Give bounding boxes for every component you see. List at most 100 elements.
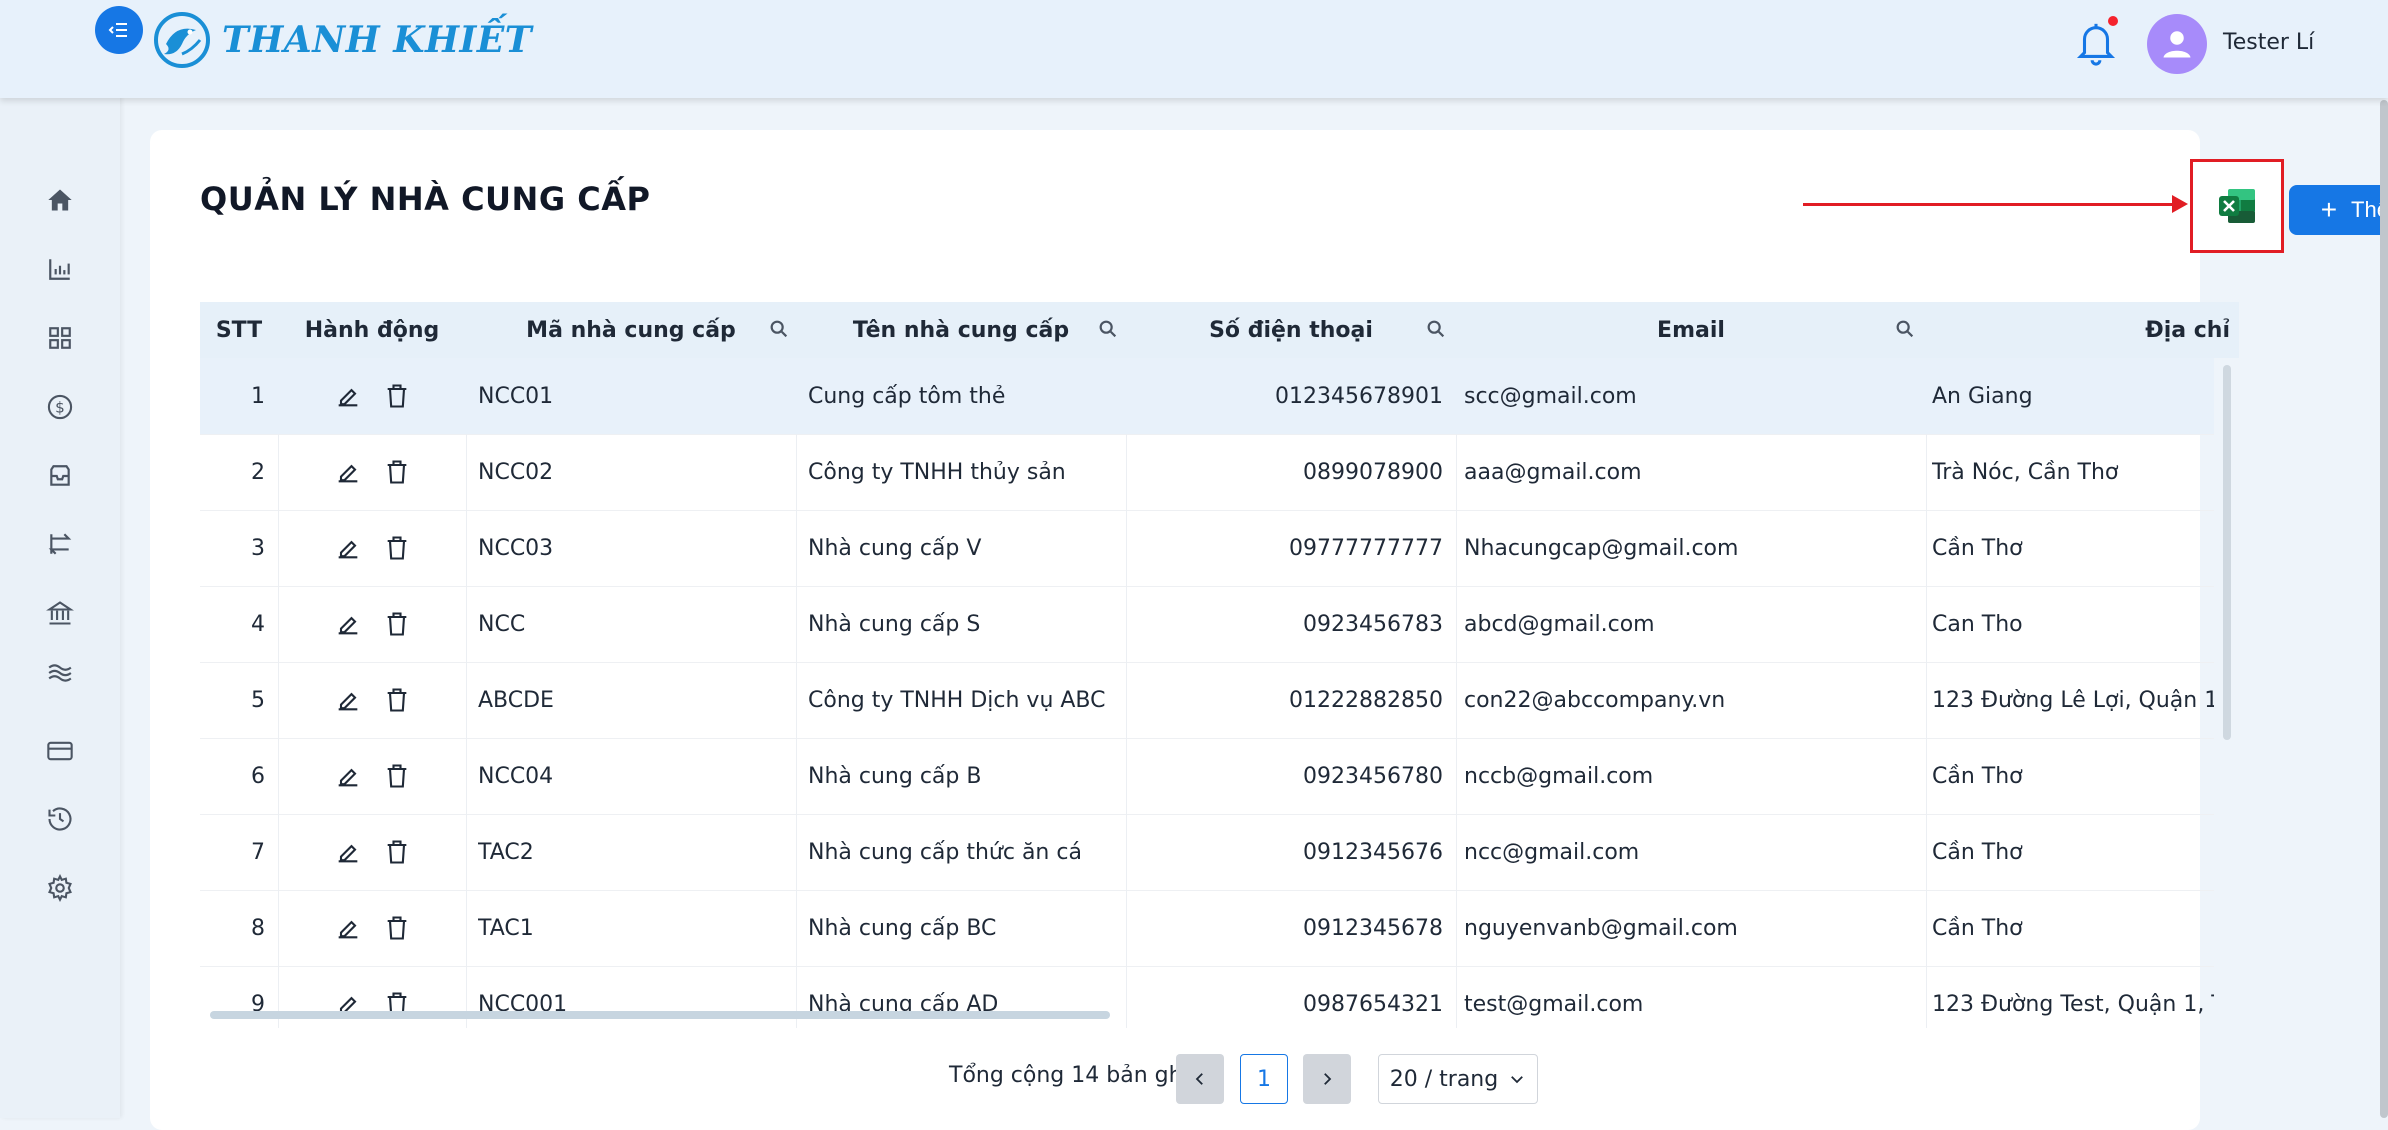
cell-phone: 09777777777 — [1289, 535, 1443, 561]
content-card: QUẢN LÝ NHÀ CUNG CẤP + Thêm STT Hành độn… — [150, 130, 2388, 1130]
edit-icon[interactable] — [334, 762, 362, 790]
delete-icon[interactable] — [383, 686, 411, 714]
cell-address: 123 Đường Lê Lợi, Quận 1, TP. Hồ — [1932, 687, 2214, 713]
cell-name: Nhà cung cấp V — [808, 535, 982, 561]
cell-name: Cung cấp tôm thẻ — [808, 383, 1006, 409]
cell-stt: 5 — [251, 687, 265, 713]
bank-icon[interactable] — [44, 597, 76, 629]
chevron-down-icon — [1511, 1076, 1524, 1084]
delete-icon[interactable] — [383, 914, 411, 942]
user-avatar[interactable] — [2147, 14, 2207, 74]
cell-stt: 1 — [251, 383, 265, 409]
search-icon[interactable] — [1097, 318, 1119, 340]
table-row[interactable]: 2 NCC02 Công ty TNHH thủy sản 0899078900… — [200, 434, 2214, 511]
page-size-value: 20 / trang — [1389, 1066, 1499, 1092]
history-icon[interactable] — [44, 803, 76, 835]
cell-email: Nhacungcap@gmail.com — [1464, 535, 1739, 561]
cell-address: An Giang — [1932, 383, 2033, 409]
cell-code: NCC — [478, 611, 526, 637]
table-row[interactable]: 1 NCC01 Cung cấp tôm thẻ 012345678901 sc… — [200, 358, 2214, 435]
cell-code: TAC2 — [478, 839, 534, 865]
page-size-select[interactable]: 20 / trang — [1378, 1054, 1538, 1104]
user-name[interactable]: Tester Lí — [2223, 30, 2314, 55]
edit-icon[interactable] — [334, 838, 362, 866]
chart-icon[interactable] — [44, 253, 76, 285]
cell-code: NCC01 — [478, 383, 554, 409]
delete-icon[interactable] — [383, 762, 411, 790]
cell-code: NCC04 — [478, 763, 554, 789]
edit-icon[interactable] — [334, 458, 362, 486]
table-row[interactable]: 8 TAC1 Nhà cung cấp BC 0912345678 nguyen… — [200, 890, 2214, 967]
cell-name: Nhà cung cấp B — [808, 763, 982, 789]
edit-icon[interactable] — [334, 382, 362, 410]
page-number-button[interactable]: 1 — [1240, 1054, 1288, 1104]
cell-stt: 8 — [251, 915, 265, 941]
water-icon[interactable] — [44, 657, 76, 689]
fish-logo-icon — [154, 12, 210, 68]
table-row[interactable]: 5 ABCDE Công ty TNHH Dịch vụ ABC 0122288… — [200, 662, 2214, 739]
search-icon[interactable] — [1894, 318, 1916, 340]
cell-email: nccb@gmail.com — [1464, 763, 1654, 789]
col-header-address: Địa chỉ — [2145, 317, 2230, 343]
settings-icon[interactable] — [44, 872, 76, 904]
edit-icon[interactable] — [334, 610, 362, 638]
cell-stt: 3 — [251, 535, 265, 561]
home-icon[interactable] — [44, 184, 76, 216]
table-header: STT Hành động Mã nhà cung cấp Tên nhà cu… — [200, 302, 2239, 358]
cell-email: aaa@gmail.com — [1464, 459, 1642, 485]
edit-icon[interactable] — [334, 534, 362, 562]
pagination-total: Tổng cộng 14 bản ghi — [949, 1063, 1189, 1088]
cell-code: ABCDE — [478, 687, 554, 713]
cell-address: Can Tho — [1932, 611, 2023, 637]
sidebar: $ — [0, 0, 120, 1118]
cell-stt: 4 — [251, 611, 265, 637]
delete-icon[interactable] — [383, 534, 411, 562]
add-supplier-button[interactable]: + Thêm — [2289, 185, 2388, 235]
dollar-icon[interactable]: $ — [44, 391, 76, 423]
cell-address: Trà Nóc, Cần Thơ — [1932, 459, 2119, 485]
col-header-phone: Số điện thoại — [1209, 317, 1373, 343]
credit-card-icon[interactable] — [44, 735, 76, 767]
cell-code: NCC03 — [478, 535, 554, 561]
menu-fold-icon — [108, 23, 127, 37]
user-icon — [2163, 31, 2191, 58]
col-header-code: Mã nhà cung cấp — [526, 317, 736, 343]
excel-icon — [2219, 189, 2255, 223]
chevron-left-icon — [1195, 1073, 1203, 1085]
inbox-icon[interactable] — [44, 460, 76, 492]
delete-icon[interactable] — [383, 838, 411, 866]
dashboard-grid-icon[interactable] — [44, 322, 76, 354]
export-excel-button[interactable] — [2190, 159, 2284, 253]
annotation-arrow-line — [1803, 203, 2178, 206]
prev-page-button[interactable] — [1176, 1054, 1224, 1104]
table-vertical-scrollbar[interactable] — [2223, 365, 2231, 740]
cell-name: Nhà cung cấp S — [808, 611, 981, 637]
edit-icon[interactable] — [334, 914, 362, 942]
page-vertical-scrollbar[interactable] — [2380, 100, 2388, 1118]
svg-text:$: $ — [55, 398, 65, 416]
edit-icon[interactable] — [334, 686, 362, 714]
cell-phone: 0987654321 — [1303, 991, 1443, 1017]
menu-toggle-button[interactable] — [95, 6, 143, 54]
table-row[interactable]: 6 NCC04 Nhà cung cấp B 0923456780 nccb@g… — [200, 738, 2214, 815]
next-page-button[interactable] — [1303, 1054, 1351, 1104]
cell-email: con22@abccompany.vn — [1464, 687, 1726, 713]
delete-icon[interactable] — [383, 458, 411, 486]
delete-icon[interactable] — [383, 610, 411, 638]
cell-address: Cần Thơ — [1932, 839, 2023, 865]
transfer-icon[interactable] — [44, 528, 76, 560]
table-row[interactable]: 3 NCC03 Nhà cung cấp V 09777777777 Nhacu… — [200, 510, 2214, 587]
plus-icon: + — [2320, 194, 2338, 225]
top-header: THANH KHIẾT Tester Lí — [0, 0, 2388, 98]
page-title: QUẢN LÝ NHÀ CUNG CẤP — [200, 180, 651, 218]
search-icon[interactable] — [1425, 318, 1447, 340]
delete-icon[interactable] — [383, 382, 411, 410]
cell-phone: 0912345678 — [1303, 915, 1443, 941]
table-row[interactable]: 7 TAC2 Nhà cung cấp thức ăn cá 091234567… — [200, 814, 2214, 891]
cell-phone: 01222882850 — [1289, 687, 1443, 713]
table-row[interactable]: 4 NCC Nhà cung cấp S 0923456783 abcd@gma… — [200, 586, 2214, 663]
table-horizontal-scrollbar[interactable] — [210, 1011, 1110, 1019]
brand-logo[interactable]: THANH KHIẾT — [152, 10, 532, 70]
cell-phone: 0912345676 — [1303, 839, 1443, 865]
search-icon[interactable] — [768, 318, 790, 340]
